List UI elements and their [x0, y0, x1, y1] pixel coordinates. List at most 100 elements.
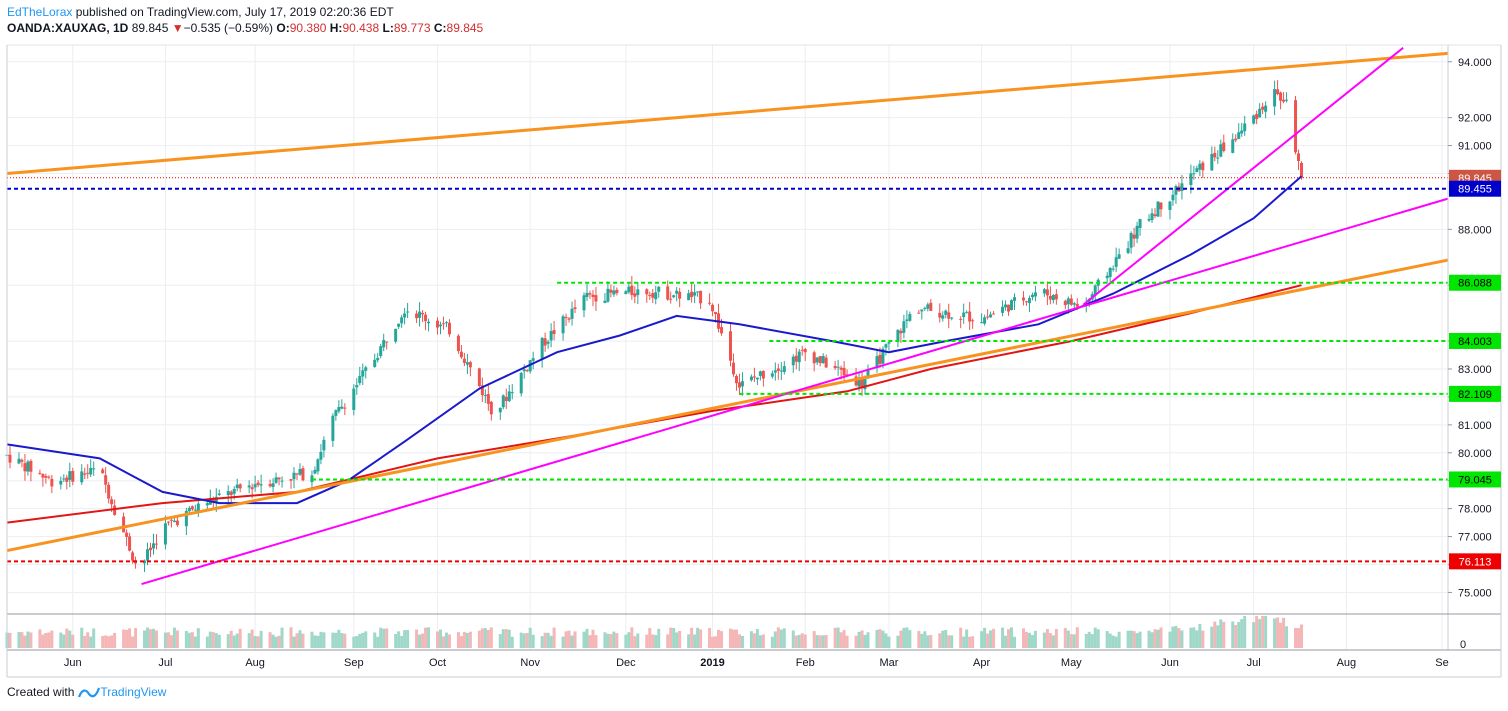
candle-body: [289, 479, 293, 481]
volume-bar: [1051, 635, 1055, 648]
price-chart[interactable]: 94.00092.00091.00090.00088.00086.00084.0…: [0, 0, 1508, 711]
volume-bar: [1030, 634, 1034, 648]
candle-body: [860, 379, 864, 387]
volume-bar: [280, 627, 284, 648]
candle-body: [737, 382, 741, 388]
volume-bar: [1010, 627, 1014, 648]
volume-bar: [585, 628, 589, 648]
volume-bar: [373, 632, 377, 648]
volume-bar: [896, 635, 900, 648]
candle-body: [588, 293, 592, 295]
candle-body: [322, 439, 326, 451]
volume-bar: [444, 632, 448, 648]
volume-bar: [758, 635, 762, 648]
volume-bar: [1114, 636, 1118, 648]
candle-body: [247, 485, 251, 488]
volume-bar: [878, 629, 882, 648]
volume-bar: [1195, 630, 1199, 648]
candle-body: [1300, 162, 1304, 178]
candle-body: [379, 346, 383, 356]
volume-bar: [50, 630, 54, 648]
volume-bar: [800, 633, 804, 648]
time-axis[interactable]: Jun Jul Aug Sep Oct Nov Dec 2019 Feb Mar Apr May Jun…: [64, 657, 1449, 669]
volume-bar: [842, 630, 846, 648]
x-tick-label: Apr: [973, 657, 990, 669]
candle-body: [1069, 298, 1073, 305]
candle-body: [382, 339, 386, 348]
candle-body: [938, 312, 942, 318]
volume-bar: [462, 631, 466, 648]
volume-bar: [714, 636, 718, 648]
volume-bar: [606, 633, 610, 648]
candle-body: [887, 342, 891, 344]
volume-bar: [8, 632, 12, 648]
volume-bar: [238, 628, 242, 648]
volume-bar: [438, 629, 442, 648]
candle-body: [791, 356, 795, 366]
candle-body: [1042, 289, 1046, 294]
candle-body: [1013, 297, 1017, 301]
candle-body: [606, 288, 610, 302]
volume-bar: [839, 632, 843, 648]
volume-bar: [259, 630, 263, 648]
candle-body: [146, 549, 150, 561]
volume-pane: [5, 616, 1304, 648]
volume-bar: [20, 632, 24, 648]
volume-bar: [379, 627, 383, 648]
candle-body: [1195, 168, 1199, 173]
candle-body: [1075, 303, 1079, 307]
candle-body: [926, 304, 930, 309]
volume-bar: [968, 636, 972, 648]
volume-bar: [1237, 622, 1241, 648]
volume-bar: [737, 634, 741, 648]
candle-body: [1105, 275, 1109, 279]
candle-body: [68, 471, 72, 480]
volume-bar: [624, 634, 628, 648]
candle-body: [376, 357, 380, 361]
candle-body: [1021, 297, 1025, 301]
volume-bar: [477, 630, 481, 648]
chart-frame: [6, 44, 1502, 678]
candle-body: [570, 308, 574, 319]
volume-bar: [447, 634, 451, 648]
candle-body: [1240, 130, 1244, 134]
candle-body: [271, 483, 275, 488]
candle-body: [259, 484, 263, 486]
candle-body: [1231, 139, 1235, 153]
candle-body: [669, 298, 673, 300]
volume-bar: [522, 633, 526, 648]
volume-bar: [184, 631, 188, 648]
volume-bar: [41, 634, 45, 648]
candle-body: [436, 320, 440, 328]
candle-body: [163, 523, 167, 545]
candle-body: [352, 388, 356, 410]
volume-bar: [983, 627, 987, 648]
volume-bar: [406, 630, 410, 648]
volume-bar: [274, 636, 278, 648]
trendline-orange: [6, 51, 1449, 175]
candle-body: [1189, 173, 1193, 185]
volume-bar: [971, 636, 975, 648]
level-label: 76.113: [1459, 556, 1492, 568]
candle-body: [510, 392, 514, 394]
candle-body: [400, 317, 404, 324]
candle-body: [1285, 99, 1289, 101]
candle-body: [567, 318, 571, 320]
x-tick-label: Jun: [1161, 657, 1179, 669]
x-tick-label: 2019: [700, 657, 724, 669]
candle-body: [292, 472, 296, 480]
volume-bar: [217, 634, 221, 648]
candle-body: [1007, 304, 1011, 312]
volume-bar: [1054, 629, 1058, 648]
candle-body: [169, 519, 173, 521]
volume-bar: [1072, 634, 1076, 648]
candle-body: [1210, 153, 1214, 171]
tradingview-link[interactable]: TradingView: [78, 685, 166, 699]
volume-bar: [364, 631, 368, 648]
volume-bar: [361, 632, 365, 648]
volume-bar: [761, 634, 765, 648]
volume-bar: [1093, 627, 1097, 648]
candle-body: [833, 365, 837, 369]
volume-bar: [926, 635, 930, 648]
candle-body: [149, 547, 153, 551]
